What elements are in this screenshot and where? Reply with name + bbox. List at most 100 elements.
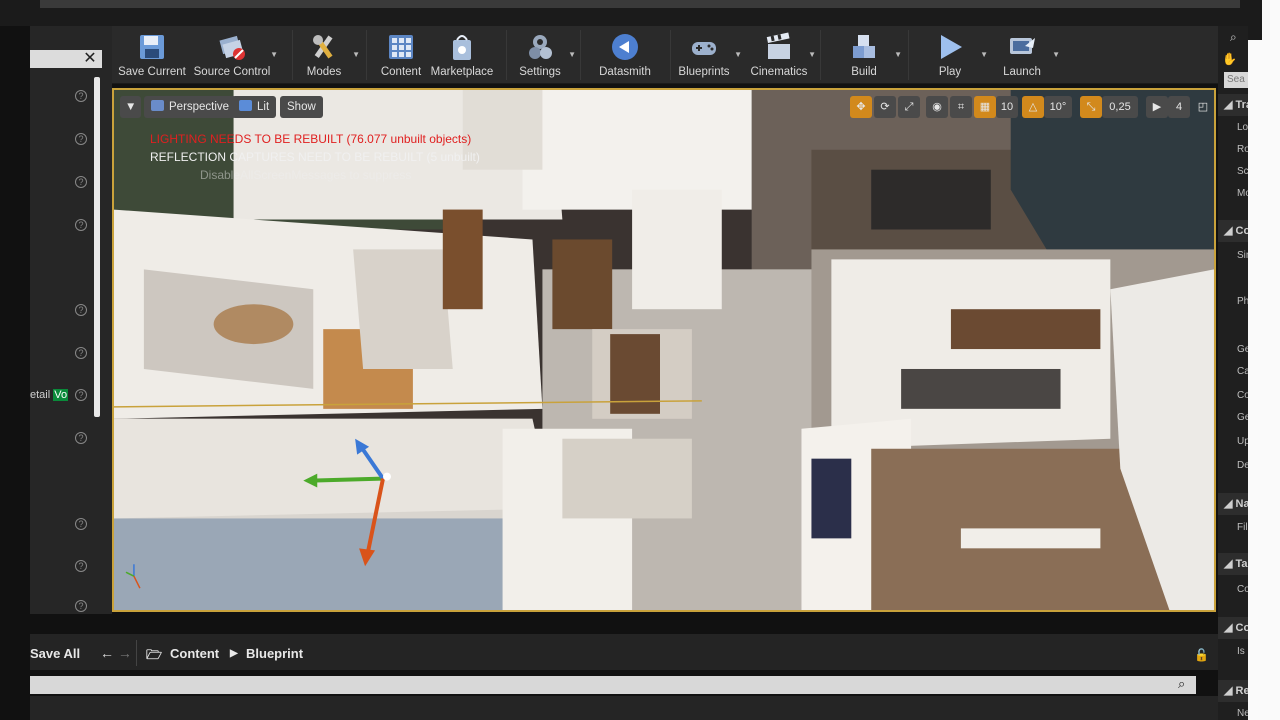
section-header[interactable]: ◢ Co bbox=[1218, 220, 1248, 242]
build-button[interactable]: Build ▼ bbox=[832, 26, 902, 84]
toolbar-separator bbox=[366, 30, 367, 80]
toolbar-separator bbox=[908, 30, 909, 80]
section-header[interactable]: ◢ Ta bbox=[1218, 553, 1248, 575]
section-header[interactable]: ◢ Na bbox=[1218, 493, 1248, 515]
blueprints-label: Blueprints bbox=[678, 66, 730, 78]
grid-snap-toggle-icon[interactable]: ▦ bbox=[974, 96, 996, 118]
section-header[interactable]: ◢ Co bbox=[1218, 617, 1248, 639]
viewport-options-dropdown[interactable]: ▼ bbox=[120, 96, 142, 118]
lighting-rebuild-warning: LIGHTING NEEDS TO BE REBUILT (76.077 unb… bbox=[150, 132, 472, 146]
breadcrumb-blueprint[interactable]: Blueprint bbox=[246, 646, 303, 661]
clear-search-icon[interactable]: ✕ bbox=[80, 50, 100, 68]
toolbar-separator bbox=[292, 30, 293, 80]
breadcrumb-separator-icon[interactable]: ▶ bbox=[230, 648, 238, 659]
details-search-input[interactable]: Sea bbox=[1224, 72, 1249, 88]
help-icon[interactable]: ? bbox=[75, 518, 87, 530]
play-button[interactable]: Play ▼ bbox=[918, 26, 988, 84]
detail-row-label: etail Vo bbox=[30, 388, 69, 402]
play-dropdown-icon[interactable]: ▼ bbox=[980, 50, 988, 59]
level-viewport[interactable]: ▼ Perspective Lit Show ✥ ⟳ ⤢ ◉ ⌗ ▦ 10 △ … bbox=[112, 88, 1216, 612]
maximize-viewport-icon[interactable]: ◰ bbox=[1194, 96, 1212, 118]
help-icon[interactable]: ? bbox=[75, 304, 87, 316]
lock-icon[interactable]: 🔓 bbox=[1194, 648, 1209, 662]
build-blocks-icon bbox=[853, 35, 875, 58]
blueprints-button[interactable]: Blueprints ▼ bbox=[672, 26, 742, 84]
search-icon[interactable]: ⌕ bbox=[1178, 676, 1185, 692]
settings-button[interactable]: Settings ▼ bbox=[510, 26, 576, 84]
forward-arrow-icon[interactable]: → bbox=[118, 645, 132, 661]
help-icon[interactable]: ? bbox=[75, 90, 87, 102]
source-control-dropdown-icon[interactable]: ▼ bbox=[270, 50, 278, 59]
settings-gears-icon bbox=[529, 35, 552, 59]
help-icon[interactable]: ? bbox=[75, 133, 87, 145]
cinematics-button[interactable]: Cinematics ▼ bbox=[748, 26, 816, 84]
section-label: Ta bbox=[1235, 558, 1248, 570]
play-icon bbox=[941, 35, 962, 59]
detail-row-highlight: Vo bbox=[53, 389, 69, 401]
section-header[interactable]: ◢ Tra bbox=[1218, 94, 1248, 116]
surface-snap-icon[interactable]: ⌗ bbox=[950, 96, 972, 118]
scale-snap-value[interactable]: 0,25 bbox=[1102, 96, 1138, 118]
modes-tools-icon bbox=[313, 35, 333, 59]
launch-icon bbox=[1010, 38, 1035, 54]
translate-mode-icon[interactable]: ✥ bbox=[850, 96, 872, 118]
save-current-label: Save Current bbox=[118, 66, 186, 78]
show-label: Show bbox=[287, 101, 316, 113]
content-browser-area bbox=[30, 696, 1218, 720]
scale-snap-toggle-icon[interactable]: ⤡ bbox=[1080, 96, 1102, 118]
cinematics-dropdown-icon[interactable]: ▼ bbox=[808, 50, 816, 59]
grid-snap-value[interactable]: 10 bbox=[996, 96, 1018, 118]
toolbar-separator bbox=[670, 30, 671, 80]
section-label: Co bbox=[1235, 225, 1248, 237]
blueprints-gamepad-icon bbox=[692, 42, 716, 55]
search-icon[interactable]: ⌕ bbox=[1230, 30, 1237, 45]
help-icon[interactable]: ? bbox=[75, 389, 87, 401]
rotation-snap-toggle-icon[interactable]: △ bbox=[1022, 96, 1044, 118]
modes-button[interactable]: Modes ▼ bbox=[294, 26, 360, 84]
save-current-button[interactable]: Save Current bbox=[116, 26, 188, 84]
help-icon[interactable]: ? bbox=[75, 600, 87, 612]
section-label: Re bbox=[1235, 685, 1248, 697]
world-space-icon[interactable]: ◉ bbox=[926, 96, 948, 118]
show-button[interactable]: Show bbox=[280, 96, 323, 118]
panel-tab bbox=[1248, 0, 1262, 40]
camera-speed-icon[interactable]: ▶ bbox=[1146, 96, 1168, 118]
marketplace-button[interactable]: Marketplace bbox=[428, 26, 496, 84]
suppress-messages-hint: DisableAllScreenMessages to suppress bbox=[200, 168, 412, 182]
content-button[interactable]: Content bbox=[372, 26, 430, 84]
scale-mode-icon[interactable]: ⤢ bbox=[898, 96, 920, 118]
help-icon[interactable]: ? bbox=[75, 219, 87, 231]
modes-dropdown-icon[interactable]: ▼ bbox=[352, 50, 360, 59]
breadcrumb-content[interactable]: Content bbox=[170, 646, 219, 661]
perspective-button[interactable]: Perspective bbox=[144, 96, 237, 118]
content-filter-input[interactable] bbox=[30, 676, 1196, 694]
help-icon[interactable]: ? bbox=[75, 560, 87, 572]
main-toolbar: Save Current Source Control ▼ Modes ▼ Co… bbox=[112, 26, 1218, 84]
content-grid-icon bbox=[389, 35, 413, 59]
section-header[interactable]: ◢ Re bbox=[1218, 680, 1248, 702]
left-panel-scrollbar[interactable] bbox=[94, 77, 100, 417]
toolbar-separator bbox=[820, 30, 821, 80]
view-mode-button[interactable]: Lit bbox=[232, 96, 277, 118]
build-label: Build bbox=[851, 66, 877, 78]
folder-icon[interactable]: 🗁 bbox=[146, 646, 162, 668]
source-control-button[interactable]: Source Control ▼ bbox=[192, 26, 278, 84]
rotate-mode-icon[interactable]: ⟳ bbox=[874, 96, 896, 118]
settings-dropdown-icon[interactable]: ▼ bbox=[568, 50, 576, 59]
clapperboard-icon bbox=[766, 32, 790, 59]
blueprints-dropdown-icon[interactable]: ▼ bbox=[734, 50, 742, 59]
toolbar-separator bbox=[506, 30, 507, 80]
save-all-button[interactable]: Save All bbox=[30, 646, 80, 661]
launch-button[interactable]: Launch ▼ bbox=[990, 26, 1060, 84]
hand-icon[interactable]: ✋ bbox=[1222, 52, 1237, 66]
help-icon[interactable]: ? bbox=[75, 347, 87, 359]
help-icon[interactable]: ? bbox=[75, 176, 87, 188]
help-icon[interactable]: ? bbox=[75, 432, 87, 444]
rotation-snap-value[interactable]: 10° bbox=[1044, 96, 1072, 118]
build-dropdown-icon[interactable]: ▼ bbox=[894, 50, 902, 59]
lit-label: Lit bbox=[257, 101, 270, 113]
back-arrow-icon[interactable]: ← bbox=[100, 645, 114, 661]
datasmith-button[interactable]: Datasmith bbox=[590, 26, 660, 84]
camera-speed-value[interactable]: 4 bbox=[1168, 96, 1190, 118]
launch-dropdown-icon[interactable]: ▼ bbox=[1052, 50, 1060, 59]
